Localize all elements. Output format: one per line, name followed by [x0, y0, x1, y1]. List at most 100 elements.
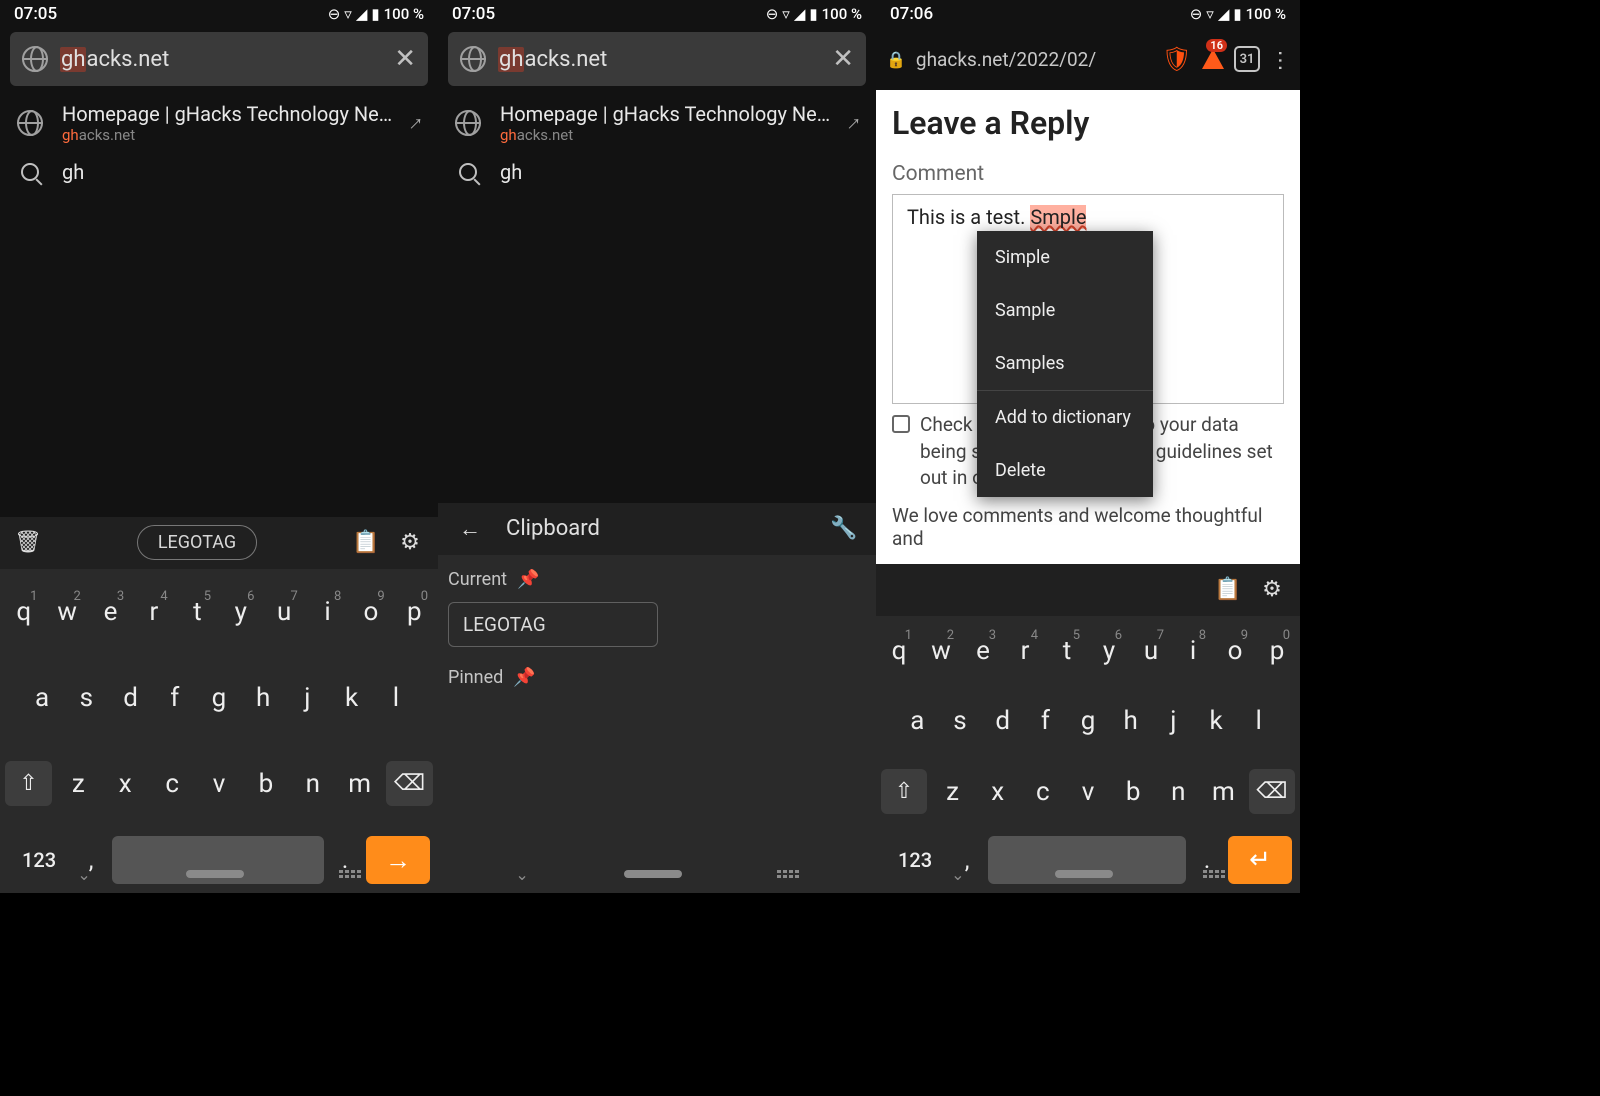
key-s[interactable]: s [64, 673, 108, 723]
key-w[interactable]: w2 [45, 587, 88, 637]
insert-arrow-icon[interactable]: ↑ [841, 110, 867, 136]
trash-icon[interactable]: 🗑 [10, 530, 46, 555]
clear-icon[interactable]: ✕ [832, 44, 854, 74]
key-c[interactable]: c [149, 759, 196, 809]
url-bar[interactable]: ghacks.net ✕ [10, 32, 428, 86]
gear-icon[interactable]: ⚙ [1254, 577, 1290, 602]
key-shift[interactable]: ⇧ [881, 769, 927, 814]
key-k[interactable]: k [1195, 696, 1238, 746]
gear-icon[interactable]: ⚙ [392, 530, 428, 555]
rewards-icon[interactable]: 16 [1202, 49, 1224, 69]
key-v[interactable]: v [196, 759, 243, 809]
key-z[interactable]: z [930, 767, 975, 817]
key-i[interactable]: i8 [306, 587, 349, 637]
key-v[interactable]: v [1065, 767, 1110, 817]
url-text[interactable]: ghacks.net/2022/02/ [916, 48, 1152, 71]
keyboard-switch-icon[interactable] [777, 870, 799, 878]
key-x[interactable]: x [975, 767, 1020, 817]
key-k[interactable]: k [330, 673, 374, 723]
lock-icon[interactable]: 🔒 [886, 50, 906, 69]
keyboard[interactable]: q1w2e3r4t5y6u7i8o9p0 asdfghjkl ⇧zxcvbnm⌫… [0, 569, 438, 894]
key-n[interactable]: n [289, 759, 336, 809]
key-a[interactable]: a [896, 696, 939, 746]
key-backspace[interactable]: ⌫ [1249, 769, 1295, 814]
key-g[interactable]: g [1067, 696, 1110, 746]
key-y[interactable]: y6 [1088, 626, 1130, 676]
key-j[interactable]: j [1152, 696, 1195, 746]
spellcheck-suggestion[interactable]: Sample [977, 284, 1153, 337]
consent-checkbox[interactable] [892, 415, 910, 433]
clipboard-icon[interactable]: 📋 [348, 530, 384, 555]
key-m[interactable]: m [336, 759, 383, 809]
menu-dots-icon[interactable]: ⋯ [1268, 49, 1293, 69]
clear-icon[interactable]: ✕ [394, 44, 416, 74]
key-shift[interactable]: ⇧ [5, 761, 52, 806]
key-n[interactable]: n [1156, 767, 1201, 817]
key-t[interactable]: t5 [176, 587, 219, 637]
key-x[interactable]: x [102, 759, 149, 809]
key-j[interactable]: j [285, 673, 329, 723]
suggestion-history[interactable]: Homepage | gHacks Technology News ghacks… [0, 94, 438, 152]
key-b[interactable]: b [242, 759, 289, 809]
brave-shield-icon[interactable]: 🛡 [1162, 45, 1192, 73]
key-t[interactable]: t5 [1046, 626, 1088, 676]
key-a[interactable]: a [20, 673, 64, 723]
comment-textarea[interactable]: This is a test. Smple Simple Sample Samp… [892, 194, 1284, 404]
key-l[interactable]: l [1237, 696, 1280, 746]
key-z[interactable]: z [55, 759, 102, 809]
keyboard-switch-icon[interactable] [339, 870, 361, 878]
key-l[interactable]: l [374, 673, 418, 723]
spellcheck-suggestion[interactable]: Simple [977, 231, 1153, 284]
key-o[interactable]: o9 [1214, 626, 1256, 676]
key-h[interactable]: h [241, 673, 285, 723]
key-g[interactable]: g [197, 673, 241, 723]
keyboard[interactable]: q1w2e3r4t5y6u7i8o9p0 asdfghjkl ⇧zxcvbnm⌫… [876, 616, 1300, 893]
key-d[interactable]: d [981, 696, 1024, 746]
add-to-dictionary[interactable]: Add to dictionary [977, 390, 1153, 444]
clipboard-pill[interactable]: LEGOTAG [137, 525, 257, 560]
key-c[interactable]: c [1020, 767, 1065, 817]
key-f[interactable]: f [1024, 696, 1067, 746]
key-u[interactable]: u7 [262, 587, 305, 637]
key-u[interactable]: u7 [1130, 626, 1172, 676]
key-y[interactable]: y6 [219, 587, 262, 637]
clipboard-icon[interactable]: 📋 [1210, 577, 1246, 602]
clipboard-item[interactable]: LEGOTAG [448, 602, 658, 647]
home-pill[interactable] [186, 870, 244, 878]
tab-count[interactable]: 31 [1234, 46, 1260, 72]
chevron-down-icon[interactable]: ⌄ [77, 865, 90, 884]
key-p[interactable]: p0 [393, 587, 436, 637]
suggestion-search[interactable]: gh [438, 152, 876, 192]
key-s[interactable]: s [939, 696, 982, 746]
key-e[interactable]: e3 [89, 587, 132, 637]
suggestion-history[interactable]: Homepage | gHacks Technology News ghacks… [438, 94, 876, 152]
key-p[interactable]: p0 [1256, 626, 1298, 676]
key-r[interactable]: r4 [1004, 626, 1046, 676]
key-r[interactable]: r4 [132, 587, 175, 637]
key-e[interactable]: e3 [962, 626, 1004, 676]
delete[interactable]: Delete [977, 444, 1153, 497]
key-o[interactable]: o9 [349, 587, 392, 637]
keyboard-switch-icon[interactable] [1203, 870, 1225, 878]
suggestion-search[interactable]: gh [0, 152, 438, 192]
chevron-down-icon[interactable]: ⌄ [951, 865, 964, 884]
key-backspace[interactable]: ⌫ [386, 761, 433, 806]
chevron-down-icon[interactable]: ⌄ [515, 865, 528, 884]
insert-arrow-icon[interactable]: ↑ [403, 110, 429, 136]
back-arrow-icon[interactable]: ← [452, 516, 488, 542]
wrench-icon[interactable]: 🔧 [826, 516, 862, 541]
misspelled-word[interactable]: Smple [1030, 205, 1086, 229]
key-w[interactable]: w2 [920, 626, 962, 676]
key-f[interactable]: f [153, 673, 197, 723]
home-pill[interactable] [1055, 870, 1113, 878]
url-bar[interactable]: ghacks.net ✕ [448, 32, 866, 86]
home-pill[interactable] [624, 870, 682, 878]
key-m[interactable]: m [1201, 767, 1246, 817]
key-b[interactable]: b [1111, 767, 1156, 817]
key-d[interactable]: d [108, 673, 152, 723]
key-q[interactable]: q1 [878, 626, 920, 676]
key-i[interactable]: i8 [1172, 626, 1214, 676]
key-q[interactable]: q1 [2, 587, 45, 637]
spellcheck-suggestion[interactable]: Samples [977, 337, 1153, 390]
key-h[interactable]: h [1109, 696, 1152, 746]
